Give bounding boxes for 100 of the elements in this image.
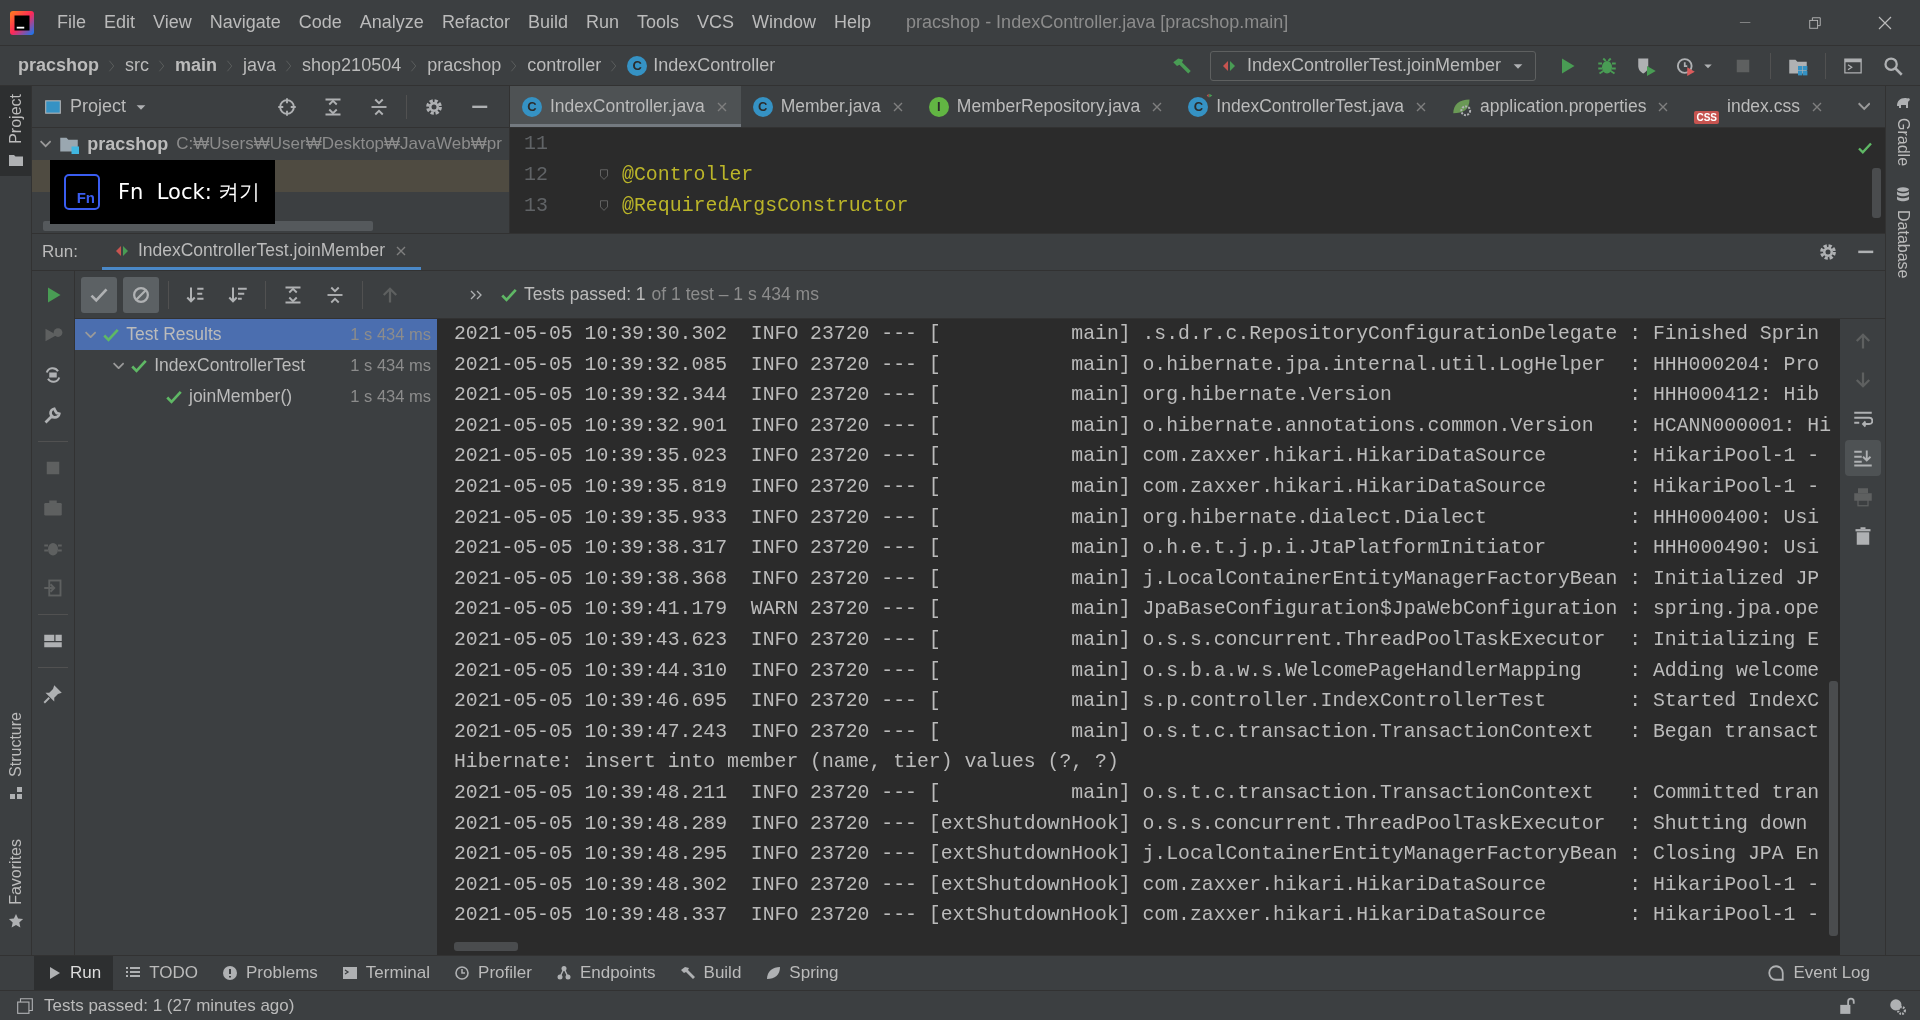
menu-item[interactable]: Help bbox=[825, 12, 881, 33]
console-line: 2021-05-05 10:39:47.243 INFO 23720 --- [ main] o.s.t.c.transaction.TransactionContext : Began transact bbox=[454, 719, 1821, 745]
tool-window-tab[interactable]: Database bbox=[1886, 186, 1920, 279]
console-line: 2021-05-05 10:39:35.023 INFO 23720 --- [ main] com.zaxxer.hikari.HikariDataSource : HikariPool-1 - bbox=[454, 444, 1821, 470]
minimize-icon bbox=[1738, 21, 1752, 24]
camera-icon bbox=[43, 498, 63, 518]
menu-item[interactable]: Tools bbox=[627, 12, 688, 33]
show-ignored-button[interactable] bbox=[123, 276, 159, 313]
code-line: @Controller bbox=[622, 163, 754, 186]
structure-icon bbox=[7, 785, 24, 802]
search-icon bbox=[1883, 55, 1903, 76]
nodes-icon bbox=[555, 965, 572, 981]
breadcrumb-item[interactable]: pracshop bbox=[18, 55, 100, 76]
console-line: 2021-05-05 10:39:32.344 INFO 23720 --- [ main] org.hibernate.Version : HHH000412: Hib bbox=[454, 383, 1821, 409]
expand-all-icon bbox=[283, 284, 303, 305]
class-icon: C bbox=[522, 96, 542, 117]
gauge-icon bbox=[454, 965, 471, 981]
restore-icon bbox=[1808, 15, 1822, 30]
console-line: 2021-05-05 10:39:32.901 INFO 23720 --- [ main] o.hibernate.annotations.common.Version : HCANN000001: Hi bbox=[454, 413, 1832, 439]
scrollbar-thumb[interactable] bbox=[454, 942, 518, 951]
tool-window-title: Run: bbox=[42, 242, 78, 262]
console-line: 2021-05-05 10:39:48.295 INFO 23720 --- [extShutdownHook] j.LocalContainerEntityManagerFactoryBean : Closing JPA En bbox=[454, 842, 1821, 868]
duration-text: 1 s 434 ms bbox=[350, 356, 431, 375]
close-icon bbox=[1877, 14, 1893, 31]
project-view-dropdown[interactable]: Project bbox=[44, 96, 149, 117]
tool-window-tab[interactable]: Project bbox=[0, 86, 31, 176]
fn-key-icon: Fn bbox=[64, 174, 100, 210]
tests-detail: of 1 test – 1 s 434 ms bbox=[651, 284, 819, 305]
test-session-tab[interactable]: IndexControllerTest.joinMember bbox=[101, 234, 421, 270]
menu-item[interactable]: Run bbox=[576, 12, 628, 33]
breadcrumb-item[interactable]: controller bbox=[527, 55, 602, 76]
window-icon[interactable] bbox=[16, 996, 34, 1015]
fold-icon[interactable] bbox=[597, 167, 611, 182]
console-line: 2021-05-05 10:39:35.933 INFO 23720 --- [ main] org.hibernate.dialect.Dialect : HHH000400: Usi bbox=[454, 505, 1821, 531]
tool-window-tab[interactable]: Structure bbox=[0, 704, 31, 810]
breadcrumb-item[interactable]: java bbox=[243, 55, 277, 76]
minus-icon bbox=[471, 104, 489, 109]
pin-icon bbox=[43, 684, 63, 704]
breadcrumb-item[interactable]: shop210504 bbox=[302, 55, 402, 76]
scroll-to-end-button[interactable] bbox=[1844, 440, 1881, 476]
editor-tab[interactable]: C IndexControllerTest.java bbox=[1176, 86, 1441, 127]
clock-play-icon bbox=[1676, 55, 1696, 76]
editor-tab[interactable]: C Member.java bbox=[740, 86, 917, 127]
menu-item[interactable]: Navigate bbox=[200, 12, 290, 33]
tool-window-tab[interactable]: Favorites bbox=[0, 831, 31, 937]
console-line: 2021-05-05 10:39:48.302 INFO 23720 --- [extShutdownHook] com.zaxxer.hikari.HikariDataSource : HikariPool-1 - bbox=[454, 872, 1821, 898]
database-icon bbox=[1895, 186, 1911, 203]
test-tree-item[interactable]: joinMember() 1 s 434 ms bbox=[75, 381, 437, 412]
tool-window-tab[interactable]: Spring bbox=[753, 956, 851, 990]
console-line: 2021-05-05 10:39:38.368 INFO 23720 --- [ main] j.LocalContainerEntityManagerFactoryBean : Initialized JP bbox=[454, 566, 1821, 592]
menu-item[interactable]: Refactor bbox=[432, 12, 519, 33]
breadcrumb-item[interactable]: pracshop bbox=[427, 55, 502, 76]
interface-icon: I bbox=[928, 96, 949, 117]
menu-item[interactable]: Edit bbox=[95, 12, 145, 33]
console-line: 2021-05-05 10:39:35.819 INFO 23720 --- [ main] com.zaxxer.hikari.HikariDataSource : HikariPool-1 - bbox=[454, 474, 1821, 500]
fold-icon[interactable] bbox=[597, 198, 611, 213]
exclamation-icon bbox=[222, 965, 238, 981]
tool-window-tab[interactable]: Run bbox=[34, 956, 114, 990]
tool-window-tab[interactable]: Profiler bbox=[442, 956, 544, 990]
breadcrumb-item[interactable]: src bbox=[125, 55, 150, 76]
show-passed-button[interactable] bbox=[81, 276, 117, 313]
tool-window-tab[interactable]: Terminal bbox=[329, 956, 443, 990]
console-line: 2021-05-05 10:39:44.310 INFO 23720 --- [ main] o.s.b.a.w.s.WelcomePageHandlerMapping : Adding welcome bbox=[454, 658, 1821, 684]
tree-item[interactable]: pracshop C:₩Users₩User₩Desktop₩JavaWeb₩pr bbox=[32, 128, 509, 160]
breadcrumb-item[interactable]: IndexController bbox=[653, 55, 776, 76]
app-logo-icon bbox=[10, 10, 34, 35]
unlock-icon[interactable] bbox=[1838, 996, 1856, 1015]
event-log-tab[interactable]: Event Log bbox=[1755, 956, 1882, 990]
wrench-icon bbox=[43, 405, 63, 425]
scroll-to-end-icon bbox=[1852, 448, 1873, 468]
window-title: pracshop - IndexController.java [pracshop.main] bbox=[906, 12, 1289, 33]
line-number: 12 bbox=[523, 163, 549, 186]
console-line: 2021-05-05 10:39:32.085 INFO 23720 --- [ main] o.hibernate.jpa.internal.util.LogHelper : HHH000204: Pro bbox=[454, 352, 1821, 378]
menu-item[interactable]: Code bbox=[289, 12, 351, 33]
tool-window-tab[interactable]: Gradle bbox=[1886, 94, 1920, 167]
css-file-icon: CSS bbox=[1694, 111, 1719, 124]
tool-window-tab[interactable]: Problems bbox=[210, 956, 330, 990]
test-tree-item[interactable]: IndexControllerTest 1 s 434 ms bbox=[75, 350, 437, 381]
menu-item[interactable]: View bbox=[144, 12, 201, 33]
editor-tab[interactable]: application.properties bbox=[1440, 86, 1683, 127]
tool-window-tab[interactable]: TODO bbox=[113, 956, 210, 990]
menu-item[interactable]: Window bbox=[743, 12, 826, 33]
refresh-icon bbox=[43, 365, 63, 385]
menu-item[interactable]: Analyze bbox=[350, 12, 433, 33]
menu-item[interactable]: Build bbox=[518, 12, 577, 33]
breadcrumb-item[interactable]: main bbox=[175, 55, 218, 76]
fn-lock-notification: Fn Lock: 켜기 bbox=[118, 179, 261, 206]
menu-item[interactable]: VCS bbox=[688, 12, 743, 33]
run-configuration-dropdown[interactable]: IndexControllerTest.joinMember bbox=[1209, 50, 1536, 81]
tool-window-tab[interactable]: Endpoints bbox=[543, 956, 668, 990]
scrollbar-thumb[interactable] bbox=[1872, 168, 1881, 218]
import-icon bbox=[43, 578, 63, 598]
collapse-all-icon bbox=[325, 284, 345, 305]
editor-tab[interactable]: CSS index.css bbox=[1682, 86, 1836, 127]
scrollbar-thumb[interactable] bbox=[1829, 681, 1838, 936]
console-line: 2021-05-05 10:39:43.623 INFO 23720 --- [ main] o.s.s.concurrent.ThreadPoolTaskExecutor : Initializing E bbox=[454, 627, 1821, 653]
tool-window-tab[interactable]: Build bbox=[667, 956, 754, 990]
editor-tab[interactable]: I MemberRepository.java bbox=[916, 86, 1177, 127]
menu-item[interactable]: File bbox=[48, 12, 95, 33]
editor-tab[interactable]: C IndexController.java bbox=[510, 86, 741, 127]
